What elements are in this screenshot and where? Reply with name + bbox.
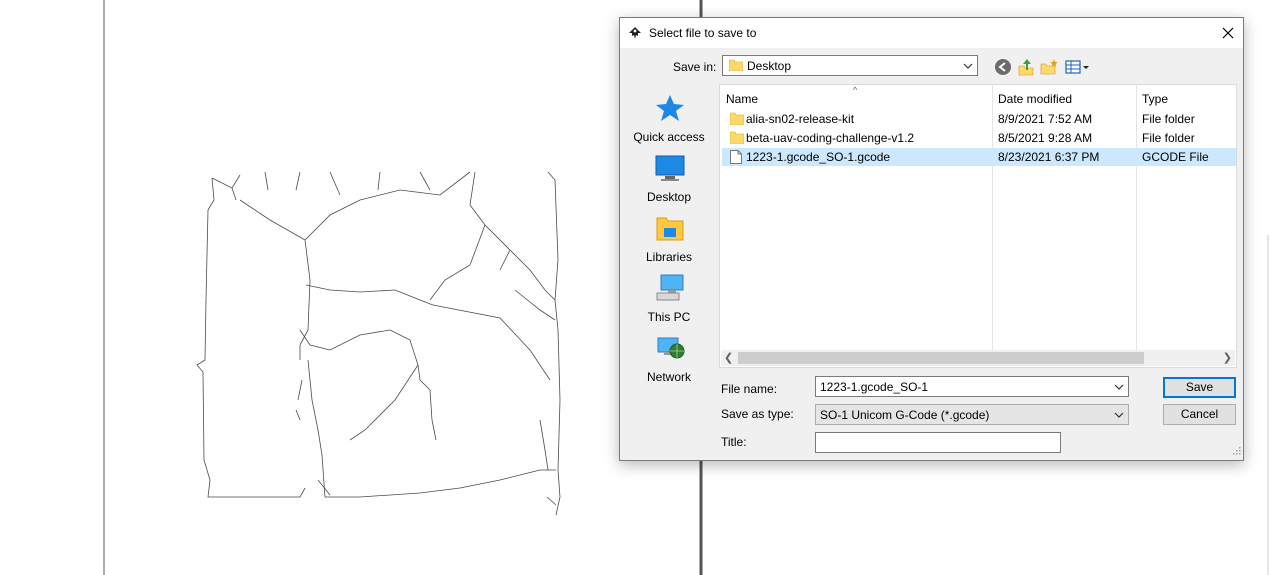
file-name: alia-sn02-release-kit bbox=[746, 112, 855, 126]
places-bar: Quick access Desktop Libraries This PC N… bbox=[621, 84, 717, 384]
place-libraries[interactable]: Libraries bbox=[621, 212, 717, 270]
cancel-button[interactable]: Cancel bbox=[1163, 404, 1236, 425]
file-name-label: File name: bbox=[721, 382, 778, 396]
file-name: beta-uav-coding-challenge-v1.2 bbox=[746, 131, 915, 145]
resize-grip-icon[interactable] bbox=[1231, 444, 1241, 458]
save-as-type-label: Save as type: bbox=[721, 407, 794, 421]
title-label: Title: bbox=[721, 435, 747, 449]
list-item[interactable]: beta-uav-coding-challenge-v1.2 8/5/2021 … bbox=[722, 129, 1236, 147]
chevron-down-icon bbox=[1114, 409, 1124, 423]
close-icon bbox=[1222, 27, 1234, 39]
close-button[interactable] bbox=[1213, 18, 1243, 48]
up-folder-icon bbox=[1018, 59, 1034, 76]
desktop-icon bbox=[653, 152, 687, 184]
column-header-name[interactable]: Name bbox=[726, 92, 758, 106]
chevron-down-icon bbox=[963, 60, 973, 74]
file-date: 8/23/2021 6:37 PM bbox=[998, 150, 1100, 164]
dialog-title: Select file to save to bbox=[649, 26, 757, 40]
star-icon bbox=[653, 92, 687, 124]
place-label: Network bbox=[646, 370, 691, 384]
place-label: Desktop bbox=[646, 190, 692, 204]
scroll-thumb[interactable] bbox=[738, 352, 1144, 364]
save-as-type-dropdown[interactable]: SO-1 Unicom G-Code (*.gcode) bbox=[815, 404, 1129, 425]
path-sketch bbox=[196, 171, 561, 516]
title-field[interactable] bbox=[815, 432, 1061, 453]
place-desktop[interactable]: Desktop bbox=[621, 152, 717, 210]
new-folder-button[interactable] bbox=[1040, 58, 1058, 76]
dialog-titlebar[interactable]: Select file to save to bbox=[620, 18, 1243, 48]
file-date: 8/9/2021 7:52 AM bbox=[998, 112, 1093, 126]
back-icon bbox=[995, 59, 1011, 75]
folder-icon bbox=[729, 131, 745, 147]
place-label: Quick access bbox=[633, 130, 705, 144]
place-quick-access[interactable]: Quick access bbox=[621, 92, 717, 150]
file-name: 1223-1.gcode_SO-1.gcode bbox=[746, 150, 891, 164]
save-file-dialog: Select file to save to Save in: Desktop … bbox=[619, 17, 1244, 461]
list-item[interactable]: alia-sn02-release-kit 8/9/2021 7:52 AM F… bbox=[722, 110, 1236, 128]
folder-icon bbox=[729, 112, 745, 128]
view-menu-icon bbox=[1065, 60, 1089, 74]
libraries-icon bbox=[653, 212, 687, 244]
up-folder-button[interactable] bbox=[1017, 58, 1035, 76]
horizontal-scrollbar[interactable]: ❮ ❯ bbox=[721, 350, 1235, 366]
file-list[interactable]: ^ Name Date modified Type alia-sn02-rele… bbox=[719, 84, 1237, 368]
inkscape-icon bbox=[628, 26, 642, 40]
save-button[interactable]: Save bbox=[1163, 377, 1236, 398]
new-folder-icon bbox=[1040, 59, 1058, 75]
column-header-type[interactable]: Type bbox=[1142, 92, 1168, 106]
network-icon bbox=[653, 332, 687, 364]
file-type: GCODE File bbox=[1142, 150, 1209, 164]
list-item-selected[interactable]: 1223-1.gcode_SO-1.gcode 8/23/2021 6:37 P… bbox=[722, 148, 1236, 166]
sort-caret-icon: ^ bbox=[853, 85, 858, 95]
scroll-left-icon[interactable]: ❮ bbox=[724, 351, 733, 364]
file-icon bbox=[730, 150, 742, 167]
place-label: This PC bbox=[647, 310, 691, 324]
place-this-pc[interactable]: This PC bbox=[621, 272, 717, 330]
column-header-date[interactable]: Date modified bbox=[998, 92, 1072, 106]
view-menu-button[interactable] bbox=[1065, 58, 1091, 76]
chevron-down-icon[interactable] bbox=[1114, 381, 1124, 395]
save-in-value: Desktop bbox=[747, 59, 792, 73]
computer-icon bbox=[653, 272, 687, 304]
file-type: File folder bbox=[1142, 112, 1195, 126]
back-button[interactable] bbox=[994, 58, 1012, 76]
place-network[interactable]: Network bbox=[621, 332, 717, 390]
file-type: File folder bbox=[1142, 131, 1195, 145]
place-label: Libraries bbox=[645, 250, 693, 264]
scroll-right-icon[interactable]: ❯ bbox=[1223, 351, 1232, 364]
file-name-value: 1223-1.gcode_SO-1 bbox=[820, 380, 929, 394]
save-in-label: Save in: bbox=[673, 60, 717, 74]
save-as-type-value: SO-1 Unicom G-Code (*.gcode) bbox=[820, 408, 990, 422]
file-date: 8/5/2021 9:28 AM bbox=[998, 131, 1093, 145]
folder-icon bbox=[728, 59, 744, 74]
save-in-dropdown[interactable]: Desktop bbox=[722, 55, 978, 76]
file-name-input[interactable]: 1223-1.gcode_SO-1 bbox=[815, 376, 1129, 397]
